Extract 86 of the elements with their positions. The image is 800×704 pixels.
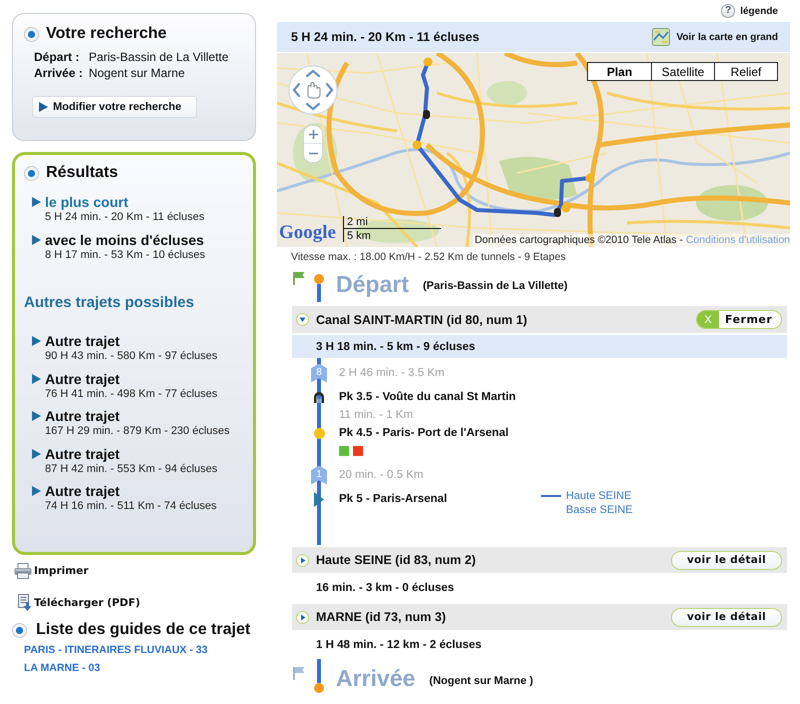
route-option-link[interactable]: le plus court [45, 194, 253, 210]
section-title: Haute SEINE (id 83, num 2) [316, 553, 476, 567]
waypoint-name: Pk 3.5 - Voûte du canal St Martin [339, 390, 517, 405]
modify-search-button[interactable]: Modifier votre recherche [32, 96, 197, 118]
triangle-arrow-icon [32, 448, 41, 459]
river-link[interactable]: Basse SEINE [566, 504, 633, 516]
section-title: Canal SAINT-MARTIN (id 80, num 1) [316, 312, 528, 326]
large-map-link[interactable]: Voir la carte en grand [652, 28, 778, 46]
section-summary: 1 H 48 min. - 12 km - 2 écluses [315, 638, 483, 652]
leg-duration: 20 min. - 0.5 Km [339, 468, 424, 483]
field-label: Départ : [34, 49, 80, 65]
map-icon [652, 28, 670, 46]
end-point-icon [314, 683, 324, 693]
guide-link[interactable]: PARIS - ITINERAIRES FLUVIAUX - 33 [24, 641, 208, 659]
section-summary: 16 min. - 3 km - 0 écluses [315, 580, 456, 596]
printer-icon [14, 563, 32, 579]
map-logo: Google [279, 223, 336, 243]
tunnel-icon [314, 392, 324, 402]
river-link[interactable]: Haute SEINE [566, 490, 632, 502]
leg-duration: 11 min. - 1 Km [339, 408, 414, 423]
route-total: 5 H 24 min. - 20 Km - 11 écluses [291, 30, 480, 44]
place-name: (Nogent sur Marne ) [429, 675, 534, 687]
print-link[interactable]: Imprimer [14, 562, 88, 580]
bullet-icon [12, 622, 27, 638]
arrival-title: Arrivée [336, 664, 416, 693]
pan-control-icon[interactable] [288, 65, 338, 115]
triangle-arrow-icon [32, 197, 41, 207]
document-download-icon [18, 594, 32, 612]
detail-button[interactable]: voir le détail [671, 550, 782, 570]
flag-icon [293, 666, 305, 680]
triangle-arrow-icon [32, 235, 41, 245]
route-summary: 74 H 16 min. - 511 Km - 74 écluses [45, 499, 218, 514]
flag-icon [293, 271, 305, 285]
close-button[interactable]: X Fermer [696, 310, 782, 329]
triangle-arrow-icon [32, 336, 41, 346]
bullet-icon [24, 26, 39, 42]
triangle-arrow-icon [39, 102, 48, 112]
route-summary: 167 H 29 min. - 879 Km - 230 écluses [45, 424, 231, 438]
section-summary: 3 H 18 min. - 5 km - 9 écluses [292, 335, 787, 358]
start-title: Départ [336, 270, 409, 299]
triangle-arrow-icon [32, 374, 41, 384]
waypoint-name: Pk 5 - Paris-Arsenal [339, 492, 448, 507]
scale-label: 5 km [347, 230, 372, 242]
field-value: Paris-Bassin de La Villette [88, 49, 229, 65]
lock-count-badge: 8 [311, 364, 327, 382]
route-option-link[interactable]: Autre trajet [45, 333, 253, 349]
route-summary: 90 H 43 min. - 580 Km - 97 écluses [45, 349, 218, 363]
route-summary: 5 H 24 min. - 20 Km - 11 écluses [45, 210, 206, 224]
route-option-link[interactable]: Autre trajet [45, 408, 253, 424]
leg-duration: 2 H 46 min. - 3.5 Km [339, 366, 446, 381]
port-dot-icon [314, 428, 324, 438]
route-summary: 76 H 41 min. - 498 Km - 77 écluses [45, 387, 218, 401]
panel-title: Votre recherche [46, 24, 167, 44]
start-point-icon [314, 274, 324, 284]
detail-button[interactable]: voir le détail [671, 608, 782, 626]
triangle-arrow-icon [32, 411, 41, 422]
route-option-link[interactable]: Autre trajet [45, 483, 253, 500]
route-summary: 87 H 42 min. - 553 Km - 94 écluses [45, 462, 218, 476]
scale-label: 2 mi [347, 216, 369, 228]
route-info-text: Vitesse max. : 18.00 Km/H - 2.52 Km de tunnels - 9 Etapes [291, 251, 567, 264]
bullet-icon [24, 166, 39, 180]
section-heading: Liste des guides de ce trajet [36, 620, 250, 640]
triangle-arrow-icon [32, 486, 41, 496]
section-heading: Autres trajets possibles [24, 294, 196, 312]
route-option-link[interactable]: Autre trajet [45, 370, 253, 387]
plus-icon [308, 130, 318, 139]
field-value: Nogent sur Marne [88, 65, 186, 81]
zoom-in-button[interactable] [304, 126, 322, 144]
waypoint-name: Pk 4.5 - Paris- Port de l'Arsenal [339, 426, 510, 441]
help-icon: ? [721, 4, 736, 18]
lock-count-badge: 1 [311, 466, 327, 484]
collapse-icon[interactable] [296, 313, 309, 326]
route-option-link[interactable]: avec le moins d'écluses [45, 232, 253, 248]
route-summary: 8 H 17 min. - 53 Km - 10 écluses [45, 248, 206, 262]
guide-link[interactable]: LA MARNE - 03 [24, 659, 100, 677]
place-name: (Paris-Bassin de La Villette) [422, 280, 568, 292]
section-title: MARNE (id 73, num 3) [316, 610, 446, 624]
route-option-link[interactable]: Autre trajet [45, 446, 253, 462]
field-label: Arrivée : [34, 65, 83, 81]
map-attribution: Données cartographiques ©2010 Tele Atlas - Conditions d'utilisation [472, 234, 790, 247]
expand-icon[interactable] [296, 554, 309, 566]
legend-link[interactable]: ? légende [721, 4, 778, 18]
expand-icon[interactable] [296, 610, 309, 624]
junction-flag-icon [314, 492, 324, 506]
download-link[interactable]: Télécharger (PDF) [18, 594, 140, 612]
panel-title: Résultats [46, 163, 118, 183]
